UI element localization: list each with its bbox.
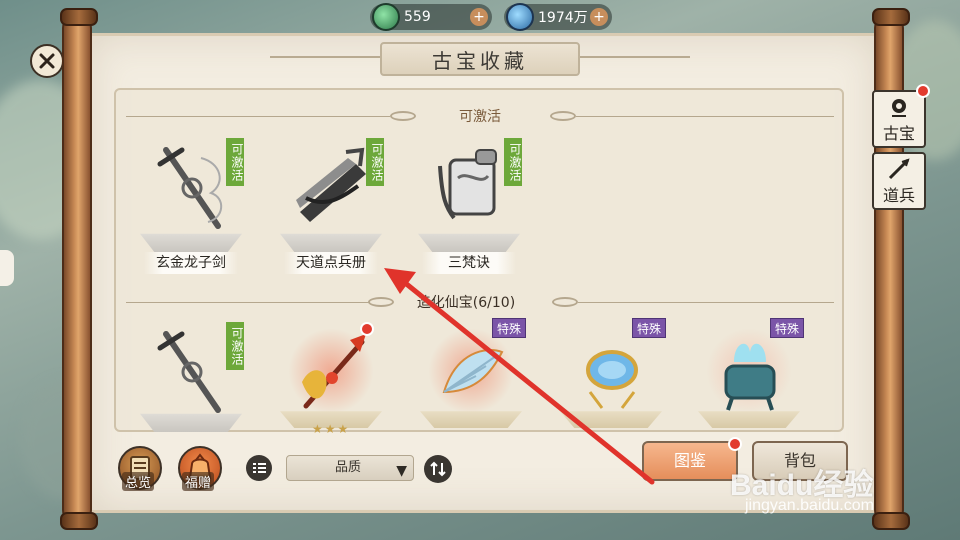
annotation-arrow xyxy=(384,268,655,485)
watermark-url: jingyan.baidu.com xyxy=(745,497,874,514)
